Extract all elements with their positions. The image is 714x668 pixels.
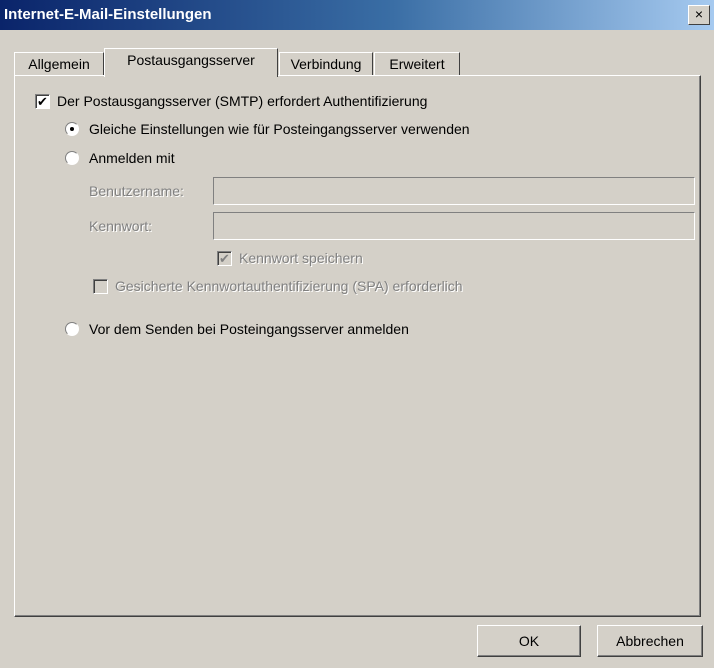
tab-verbindung[interactable]: Verbindung	[279, 52, 373, 75]
tab-postausgangsserver[interactable]: Postausgangsserver	[104, 48, 278, 77]
close-button[interactable]: ×	[688, 5, 710, 25]
checkmark-icon: ✔	[219, 251, 230, 266]
same-settings-radio[interactable]	[65, 122, 79, 136]
login-before-send-label[interactable]: Vor dem Senden bei Posteingangsserver an…	[89, 321, 409, 337]
window-title: Internet-E-Mail-Einstellungen	[4, 6, 212, 23]
tab-allgemein[interactable]: Allgemein	[14, 52, 104, 75]
username-field[interactable]	[213, 177, 695, 205]
password-label: Kennwort:	[89, 218, 153, 234]
close-icon: ×	[694, 6, 704, 22]
login-with-label[interactable]: Anmelden mit	[89, 150, 175, 166]
auth-required-label[interactable]: Der Postausgangsserver (SMTP) erfordert …	[57, 93, 427, 109]
remember-password-label: Kennwort speichern	[239, 250, 363, 266]
tab-panel-postausgangsserver: ✔ Der Postausgangsserver (SMTP) erforder…	[14, 75, 701, 617]
radio-selected-dot	[70, 127, 74, 131]
dialog-window: Internet-E-Mail-Einstellungen × Allgemei…	[0, 0, 714, 668]
spa-label: Gesicherte Kennwortauthentifizierung (SP…	[115, 278, 463, 294]
username-label: Benutzername:	[89, 183, 184, 199]
password-field[interactable]	[213, 212, 695, 240]
title-bar[interactable]: Internet-E-Mail-Einstellungen ×	[0, 0, 714, 30]
login-before-send-radio[interactable]	[65, 322, 79, 336]
ok-button[interactable]: OK	[477, 625, 581, 657]
spa-checkbox[interactable]	[93, 279, 108, 294]
cancel-button[interactable]: Abbrechen	[597, 625, 703, 657]
remember-password-checkbox[interactable]: ✔	[217, 251, 232, 266]
same-settings-label[interactable]: Gleiche Einstellungen wie für Posteingan…	[89, 121, 470, 137]
login-with-radio[interactable]	[65, 151, 79, 165]
auth-required-checkbox[interactable]: ✔	[35, 94, 50, 109]
checkmark-icon: ✔	[37, 94, 48, 109]
tab-erweitert[interactable]: Erweitert	[374, 52, 460, 75]
